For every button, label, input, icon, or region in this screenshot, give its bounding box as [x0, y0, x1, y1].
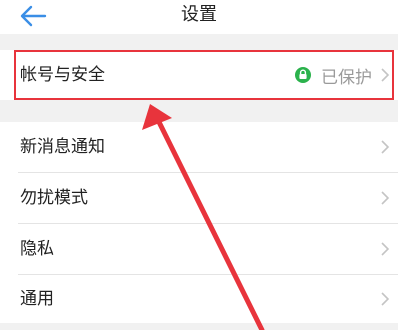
- page-title: 设置: [181, 4, 217, 25]
- lock-icon: [295, 67, 311, 83]
- settings-row-new-message-notification[interactable]: 新消息通知: [0, 122, 398, 172]
- nav-bar: 设置: [0, 0, 398, 34]
- section-divider: [0, 323, 398, 330]
- settings-row-privacy[interactable]: 隐私: [0, 224, 398, 274]
- chevron-right-icon: [381, 68, 390, 82]
- section-divider: [0, 100, 398, 122]
- row-label: 通用: [20, 289, 54, 309]
- protection-status: 已保护: [295, 50, 372, 100]
- row-label: 隐私: [20, 239, 54, 259]
- settings-row-do-not-disturb[interactable]: 勿扰模式: [0, 173, 398, 223]
- row-label: 勿扰模式: [20, 188, 88, 208]
- chevron-right-icon: [381, 242, 390, 256]
- chevron-right-icon: [381, 191, 390, 205]
- settings-screen: 设置 帐号与安全 已保护 新消息通知 勿扰模式 隐私 通用: [0, 0, 398, 330]
- row-label: 帐号与安全: [20, 65, 105, 85]
- settings-row-general[interactable]: 通用: [0, 275, 398, 323]
- row-label: 新消息通知: [20, 137, 105, 157]
- status-text: 已保护: [321, 67, 372, 88]
- chevron-right-icon: [381, 140, 390, 154]
- settings-row-account-security[interactable]: 帐号与安全 已保护: [0, 50, 398, 100]
- section-divider: [0, 34, 398, 50]
- chevron-right-icon: [381, 292, 390, 306]
